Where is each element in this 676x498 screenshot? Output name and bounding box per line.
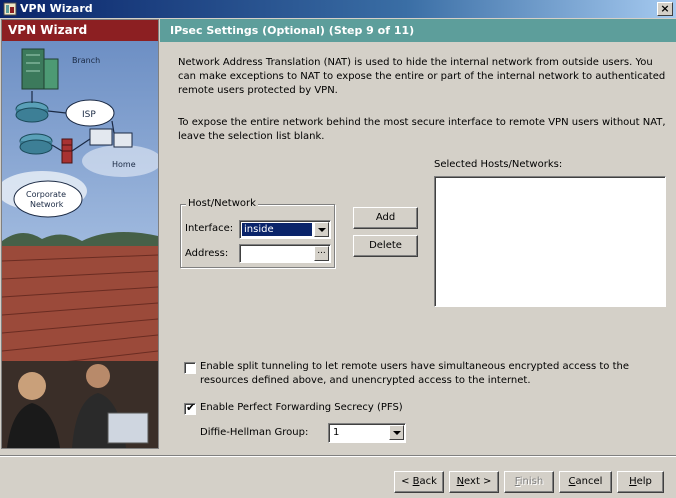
- side-panel-title: VPN Wizard: [2, 20, 158, 41]
- finish-button[interactable]: Finish: [504, 471, 554, 493]
- checkmark-icon: ✔: [186, 401, 196, 414]
- back-prefix: <: [401, 476, 413, 487]
- chevron-down-icon[interactable]: [314, 222, 329, 237]
- close-icon: ×: [660, 2, 670, 15]
- next-label: ext >: [464, 476, 492, 487]
- address-label: Address:: [185, 248, 229, 259]
- help-button[interactable]: Help: [617, 471, 664, 493]
- cancel-mnemonic: C: [568, 476, 576, 487]
- interface-selected-value: inside: [242, 223, 312, 236]
- firewall-icon: [61, 138, 73, 164]
- add-button[interactable]: Add: [353, 207, 418, 229]
- host-network-legend: Host/Network: [186, 198, 258, 209]
- isp-label: ISP: [82, 110, 96, 120]
- nat-description: Network Address Translation (NAT) is use…: [178, 57, 666, 96]
- people-photo: [2, 361, 158, 448]
- interface-label: Interface:: [185, 223, 234, 234]
- window-title: VPN Wizard: [20, 2, 93, 15]
- home-label: Home: [112, 160, 136, 169]
- browse-address-button[interactable]: ...: [314, 246, 329, 261]
- chevron-down-icon[interactable]: [389, 425, 404, 440]
- dh-group-value: 1: [333, 427, 340, 438]
- delete-button[interactable]: Delete: [353, 235, 418, 257]
- wizard-side-panel: VPN Wizard Branch ISP Home Corporate Net…: [1, 19, 159, 449]
- step-header: IPsec Settings (Optional) (Step 9 of 11): [160, 19, 676, 42]
- help-mnemonic: H: [629, 476, 637, 487]
- router-icon: [15, 101, 49, 123]
- footer-separator: [0, 455, 676, 457]
- close-button[interactable]: ×: [657, 2, 673, 16]
- split-tunneling-checkbox[interactable]: [184, 362, 196, 374]
- corporate-label: Corporate: [26, 190, 66, 199]
- back-mnemonic: B: [412, 476, 420, 487]
- finish-label: inish: [519, 476, 544, 487]
- step-content: Network Address Translation (NAT) is use…: [160, 42, 676, 449]
- next-button[interactable]: Next >: [449, 471, 499, 493]
- address-input[interactable]: ...: [239, 244, 331, 263]
- host-network-group: Host/Network Interface: inside Address: …: [180, 198, 335, 268]
- expose-network-description: To expose the entire network behind the …: [178, 117, 666, 142]
- network-label: Network: [30, 200, 64, 209]
- back-label: ack: [419, 476, 437, 487]
- cancel-button[interactable]: Cancel: [559, 471, 612, 493]
- split-tunneling-label: Enable split tunneling to let remote use…: [200, 361, 629, 386]
- pfs-label: Enable Perfect Forwarding Secrecy (PFS): [200, 402, 403, 413]
- help-label: elp: [636, 476, 652, 487]
- dh-group-select[interactable]: 1: [328, 423, 406, 443]
- vpn-network-illustration: Branch ISP Home Corporate Network: [2, 41, 158, 448]
- next-mnemonic: N: [456, 476, 465, 487]
- dh-group-label: Diffie-Hellman Group:: [200, 427, 309, 438]
- corporate-router-icon: [19, 133, 53, 155]
- interface-select[interactable]: inside: [239, 220, 331, 239]
- pfs-checkbox[interactable]: ✔: [184, 401, 196, 415]
- corporate-network-cloud-icon: [13, 180, 83, 218]
- cancel-label: ancel: [575, 476, 603, 487]
- branch-label: Branch: [72, 56, 100, 65]
- vpn-wizard-icon: [3, 2, 17, 16]
- window-titlebar: VPN Wizard ×: [0, 0, 676, 18]
- selected-hosts-label: Selected Hosts/Networks:: [434, 159, 563, 170]
- selected-hosts-list[interactable]: [434, 176, 666, 307]
- back-button[interactable]: < Back: [394, 471, 444, 493]
